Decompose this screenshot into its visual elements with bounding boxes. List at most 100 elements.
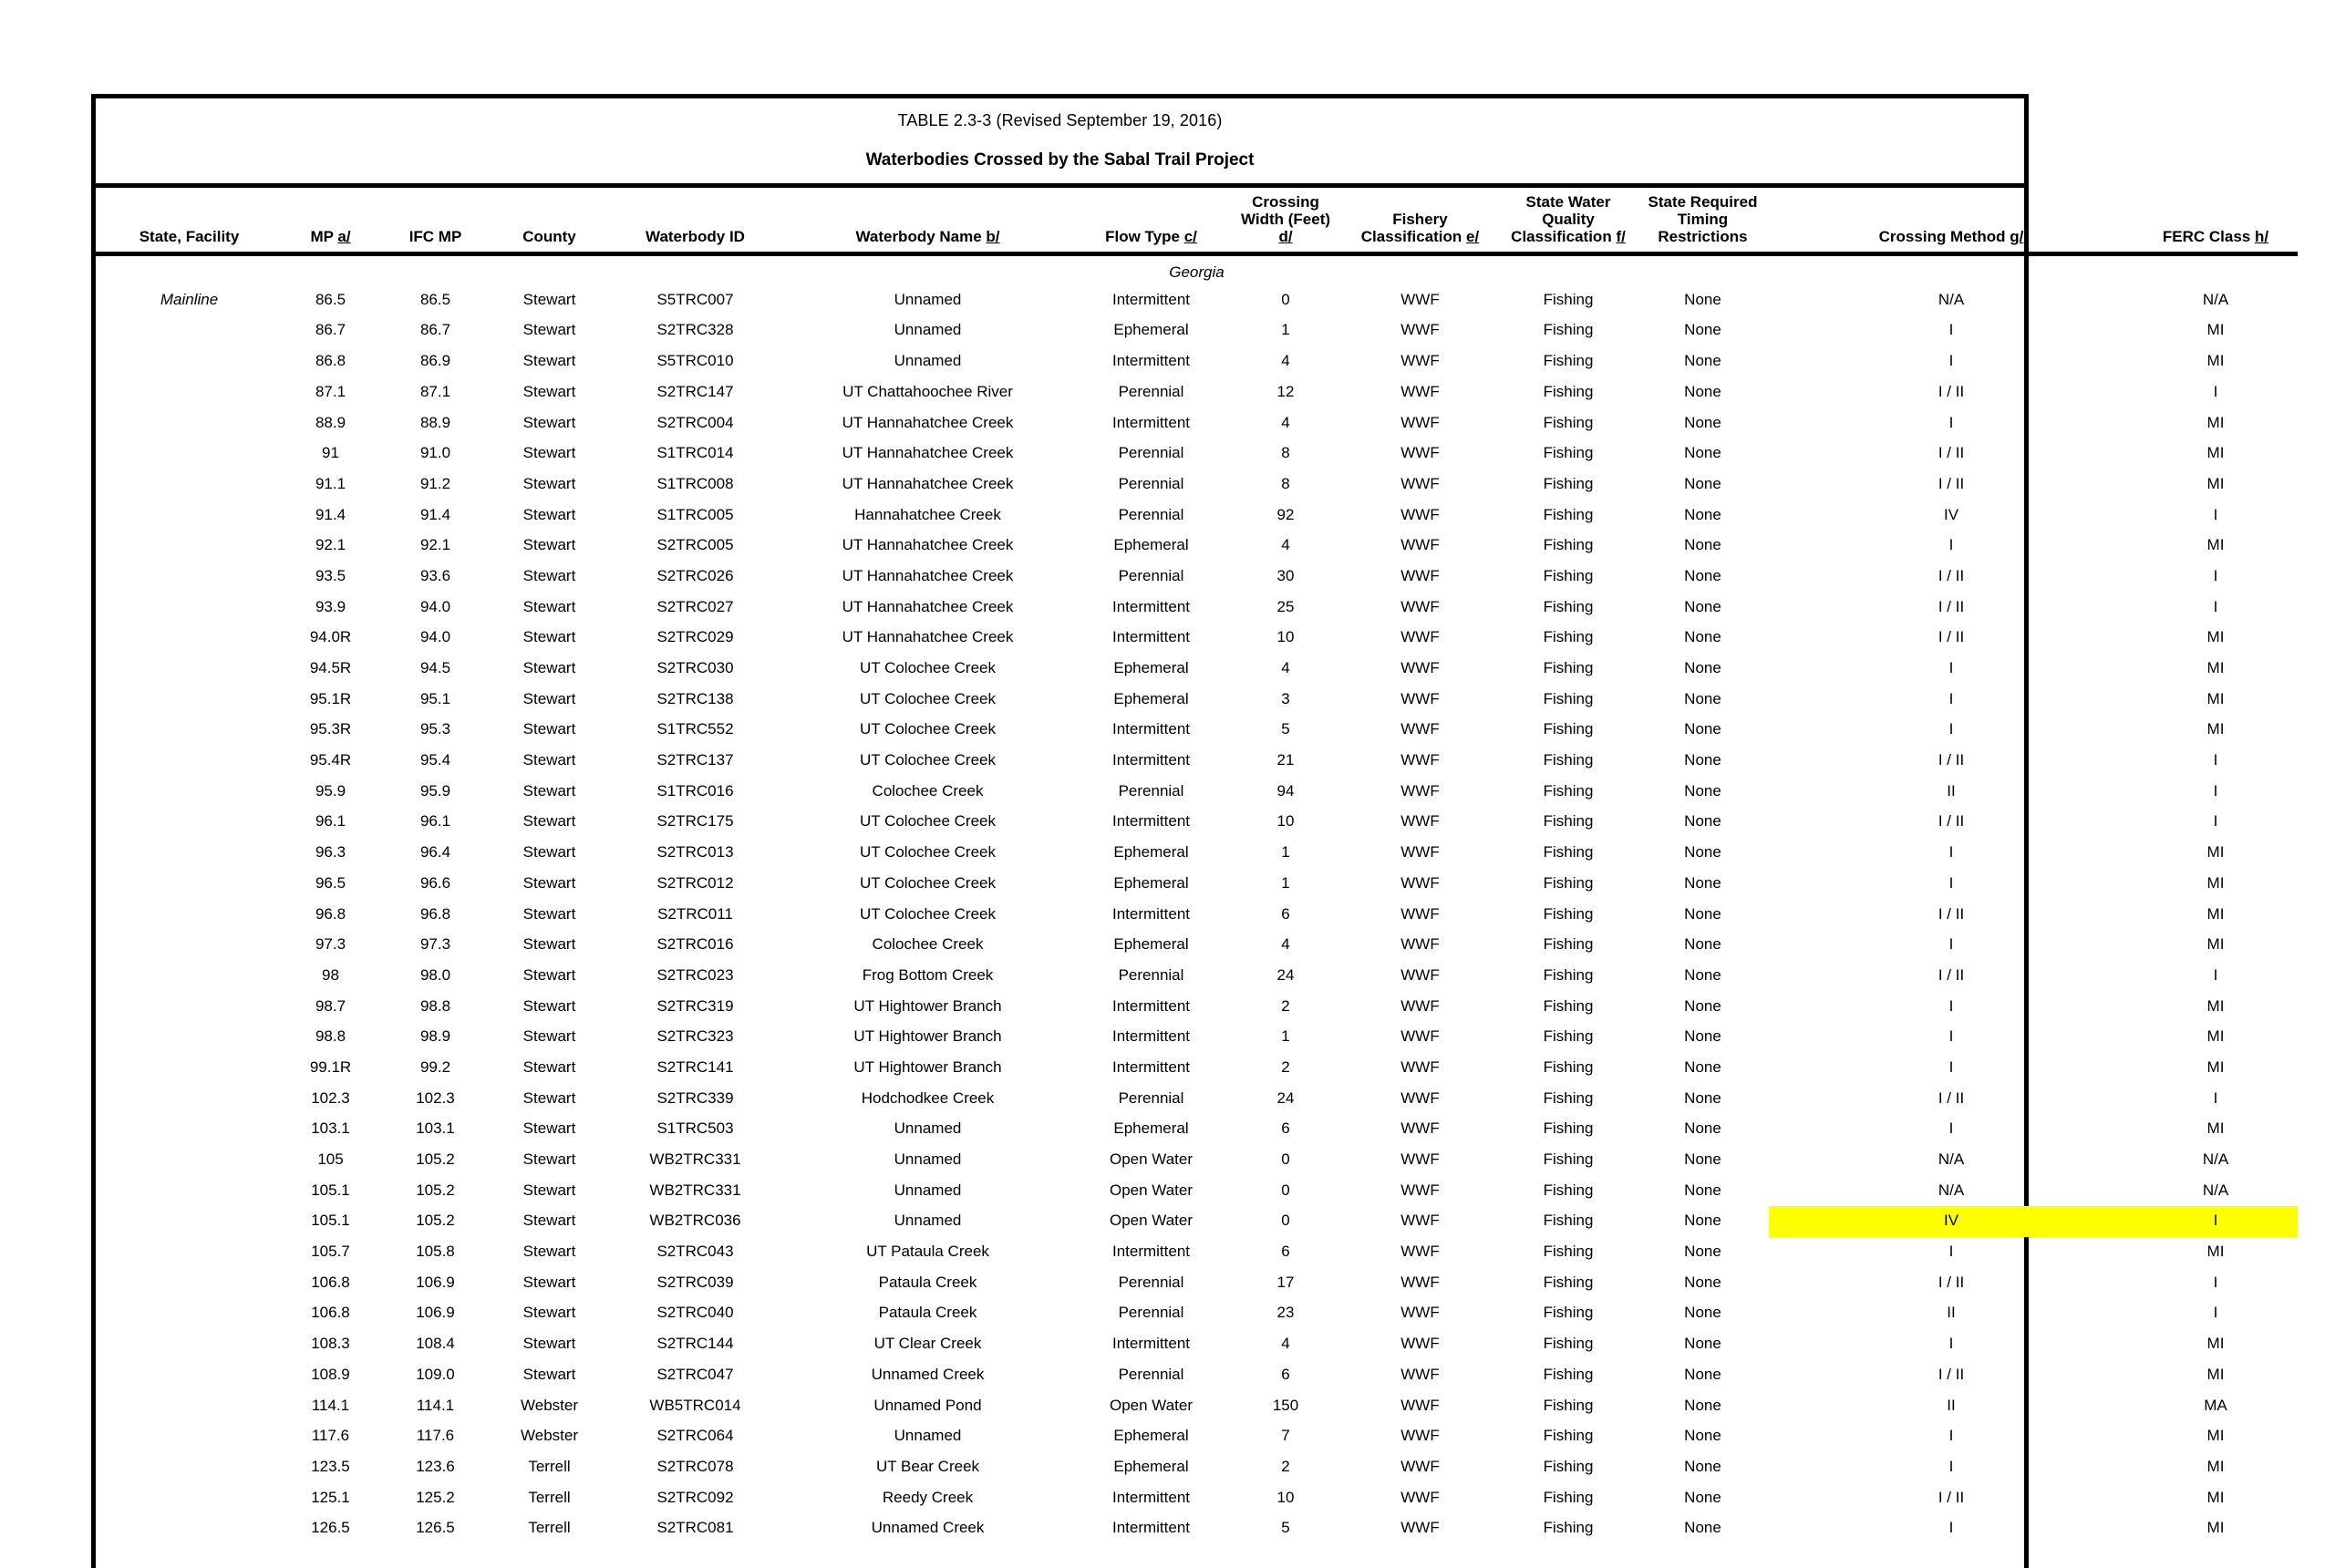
cell-waterbody-id: S2TRC043 [656, 1243, 734, 1261]
footnote-marker: d/ [1278, 228, 1293, 246]
table-row: 91.1 91.2 Stewart S1TRC008 UT Hannahatchee C… [96, 469, 2298, 500]
cell-ifc-mp: 108.4 [416, 1335, 455, 1353]
cell-waterbody-id: S2TRC141 [656, 1057, 734, 1076]
cell-ferc-class: MI [2206, 1457, 2225, 1475]
cell-waterbody-id: S2TRC029 [656, 628, 734, 646]
cell-crossing-method: I [1948, 935, 1954, 954]
cell-state-facility [96, 961, 283, 992]
cell-fishery-classification: WWF [1400, 1243, 1440, 1261]
cell-crossing-method: I / II [1938, 965, 1965, 984]
cell-crossing-method: II [1947, 1304, 1956, 1322]
cell-timing-restrictions: None [1684, 413, 1721, 431]
cell-crossing-method: I / II [1938, 904, 1965, 923]
cell-waterbody-id: S2TRC092 [656, 1488, 734, 1506]
cell-crossing-method: I / II [1938, 597, 1965, 615]
cell-mp: 95.1R [309, 689, 352, 707]
table-row: 108.3 108.4 Stewart S2TRC144 UT Clear Creek I… [96, 1329, 2298, 1360]
table-row: 98.8 98.9 Stewart S2TRC323 UT Hightower Bran… [96, 1022, 2298, 1053]
cell-fishery-classification: WWF [1400, 1396, 1440, 1414]
cell-fishery-classification: WWF [1400, 505, 1440, 523]
cell-crossing-method-highlighted: IV [1769, 1206, 2134, 1238]
cell-waterbody-name: UT Colochee Creek [860, 720, 996, 738]
cell-timing-restrictions: None [1684, 1150, 1721, 1169]
cell-county: Stewart [522, 996, 576, 1015]
cell-state-water-quality: Fishing [1543, 474, 1594, 492]
cell-state-facility [96, 654, 283, 685]
cell-crossing-width: 6 [1281, 904, 1290, 923]
cell-crossing-width: 150 [1272, 1396, 1299, 1414]
table-row: 96.1 96.1 Stewart S2TRC175 UT Colochee Creek… [96, 807, 2298, 838]
cell-state-water-quality: Fishing [1543, 505, 1594, 523]
cell-waterbody-id: S2TRC013 [656, 843, 734, 861]
cell-county: Stewart [522, 1304, 576, 1322]
cell-crossing-width: 0 [1281, 1212, 1290, 1230]
cell-fishery-classification: WWF [1400, 1457, 1440, 1475]
cell-state-water-quality: Fishing [1543, 996, 1594, 1015]
column-header-crossing-method: Crossing Method g/ [1769, 188, 2134, 257]
cell-timing-restrictions: None [1684, 689, 1721, 707]
cell-mp: 103.1 [311, 1119, 350, 1138]
cell-timing-restrictions: None [1684, 812, 1721, 830]
cell-crossing-method: II [1947, 781, 1956, 799]
cell-timing-restrictions: None [1684, 904, 1721, 923]
column-header-ferc-class: FERC Class h/ [2134, 188, 2298, 257]
cell-mp: 98.8 [315, 1027, 346, 1046]
cell-crossing-method: I / II [1938, 1273, 1965, 1291]
cell-state-water-quality: Fishing [1543, 751, 1594, 769]
cell-state-facility [96, 807, 283, 838]
cell-state-water-quality: Fishing [1543, 1304, 1594, 1322]
cell-waterbody-id: S2TRC175 [656, 812, 734, 830]
cell-crossing-width: 4 [1281, 536, 1290, 554]
cell-waterbody-name: UT Hightower Branch [853, 1027, 1002, 1046]
cell-mp: 93.9 [315, 597, 346, 615]
cell-mp: 96.1 [315, 812, 346, 830]
cell-waterbody-name: Unnamed [894, 290, 962, 308]
cell-state-water-quality: Fishing [1543, 935, 1594, 954]
cell-ifc-mp: 87.1 [419, 382, 451, 400]
cell-fishery-classification: WWF [1400, 290, 1440, 308]
cell-mp: 105.7 [311, 1243, 350, 1261]
cell-ferc-class: I [2213, 1088, 2218, 1107]
cell-mp: 97.3 [315, 935, 346, 954]
cell-waterbody-name: UT Hannahatchee Creek [842, 597, 1014, 615]
cell-crossing-width: 0 [1281, 290, 1290, 308]
cell-crossing-width: 6 [1281, 1365, 1290, 1383]
cell-mp: 95.9 [315, 781, 346, 799]
cell-waterbody-id: S5TRC010 [656, 352, 734, 370]
cell-state-water-quality: Fishing [1543, 597, 1594, 615]
cell-flow-type: Intermittent [1111, 812, 1191, 830]
cell-fishery-classification: WWF [1400, 812, 1440, 830]
cell-timing-restrictions: None [1684, 597, 1721, 615]
footnote-marker: c/ [1183, 228, 1197, 246]
table-row: 96.8 96.8 Stewart S2TRC011 UT Colochee Creek… [96, 900, 2298, 931]
column-header-county: County [492, 188, 606, 257]
cell-ifc-mp: 86.7 [419, 321, 451, 339]
cell-ifc-mp: 96.1 [419, 812, 451, 830]
cell-timing-restrictions: None [1684, 1212, 1721, 1230]
cell-waterbody-id: S2TRC026 [656, 566, 734, 584]
table-row: 96.3 96.4 Stewart S2TRC013 UT Colochee Creek… [96, 838, 2298, 869]
cell-state-facility [96, 1084, 283, 1115]
cell-state-facility [96, 1022, 283, 1053]
cell-ifc-mp: 126.5 [416, 1519, 455, 1537]
cell-state-water-quality: Fishing [1543, 1427, 1594, 1445]
cell-waterbody-name: UT Hannahatchee Creek [842, 628, 1014, 646]
cell-timing-restrictions: None [1684, 1273, 1721, 1291]
cell-county: Stewart [522, 843, 576, 861]
cell-state-facility [96, 685, 283, 716]
cell-fishery-classification: WWF [1400, 781, 1440, 799]
cell-timing-restrictions: None [1684, 1396, 1721, 1414]
cell-crossing-method: I [1948, 536, 1954, 554]
cell-waterbody-name: UT Hannahatchee Creek [842, 474, 1014, 492]
cell-waterbody-name: UT Colochee Creek [860, 812, 996, 830]
cell-crossing-width: 4 [1281, 935, 1290, 954]
cell-flow-type: Open Water [1109, 1150, 1194, 1169]
cell-ifc-mp: 105.2 [416, 1150, 455, 1169]
cell-mp: 105.1 [311, 1212, 350, 1230]
cell-mp: 123.5 [311, 1457, 350, 1475]
cell-flow-type: Perennial [1118, 444, 1184, 462]
cell-flow-type: Ephemeral [1113, 321, 1189, 339]
cell-fishery-classification: WWF [1400, 1119, 1440, 1138]
table-row: 105 105.2 Stewart WB2TRC331 Unnamed Open Wate… [96, 1145, 2298, 1176]
cell-fishery-classification: WWF [1400, 935, 1440, 954]
